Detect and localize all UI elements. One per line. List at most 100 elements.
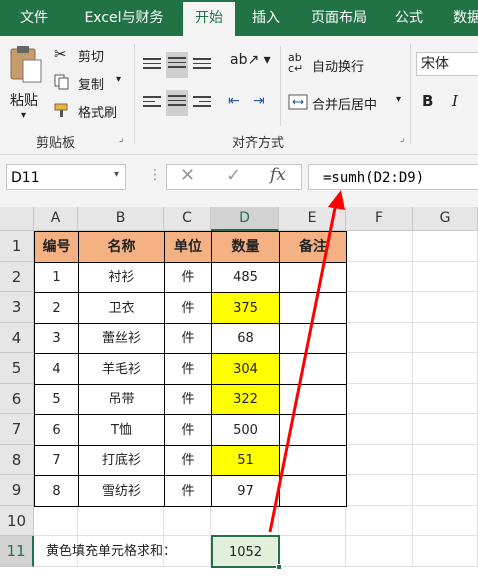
- table-header-cell[interactable]: 备注: [279, 231, 347, 263]
- grid-cell[interactable]: [413, 353, 478, 384]
- orientation-icon[interactable]: ab↗ ▾: [230, 52, 271, 68]
- table-cell[interactable]: 件: [164, 384, 212, 415]
- grid-cell[interactable]: [413, 292, 478, 323]
- table-cell[interactable]: [279, 353, 347, 385]
- table-cell[interactable]: 件: [164, 475, 212, 507]
- table-cell[interactable]: 6: [34, 414, 79, 446]
- table-cell[interactable]: 375: [211, 292, 280, 324]
- align-right-icon[interactable]: [193, 96, 211, 110]
- clipboard-launcher-icon[interactable]: ⌟: [119, 133, 124, 144]
- grid-cell[interactable]: [279, 506, 346, 536]
- table-cell[interactable]: 吊带: [78, 384, 165, 415]
- table-cell[interactable]: 485: [211, 262, 280, 293]
- alignment-launcher-icon[interactable]: ⌟: [400, 133, 405, 144]
- merge-dropdown-icon[interactable]: ▾: [396, 94, 401, 105]
- grid-cell[interactable]: [346, 292, 413, 323]
- tab-data[interactable]: 数据: [444, 0, 478, 36]
- table-cell[interactable]: 51: [211, 445, 280, 476]
- grid-cell[interactable]: [413, 231, 478, 262]
- select-all-corner[interactable]: [0, 207, 34, 231]
- table-cell[interactable]: 卫衣: [78, 292, 165, 324]
- insert-function-icon[interactable]: fx: [270, 165, 286, 185]
- table-cell[interactable]: 雪纺衫: [78, 475, 165, 507]
- tab-insert[interactable]: 插入: [243, 0, 289, 36]
- row-header-8[interactable]: 8: [0, 445, 34, 475]
- grid-cell[interactable]: [413, 506, 478, 536]
- row-header-6[interactable]: 6: [0, 384, 34, 414]
- column-header-d[interactable]: D: [211, 207, 279, 231]
- grid-cell[interactable]: [164, 506, 211, 536]
- table-cell[interactable]: [279, 475, 347, 507]
- tab-formulas[interactable]: 公式: [386, 0, 432, 36]
- bold-button[interactable]: B: [422, 92, 433, 110]
- paste-button[interactable]: 粘贴 ▾: [6, 44, 46, 124]
- name-box[interactable]: D11: [6, 164, 126, 190]
- align-top-icon[interactable]: [143, 58, 161, 72]
- grid-cell[interactable]: [211, 506, 279, 536]
- sum-result-cell[interactable]: 1052: [211, 535, 280, 568]
- table-cell[interactable]: 304: [211, 353, 280, 385]
- table-header-cell[interactable]: 数量: [211, 231, 280, 263]
- enter-icon[interactable]: ✓: [226, 165, 241, 186]
- grid-cell[interactable]: [346, 262, 413, 292]
- row-header-1[interactable]: 1: [0, 231, 34, 262]
- table-cell[interactable]: [279, 323, 347, 354]
- table-cell[interactable]: 322: [211, 384, 280, 415]
- row-header-3[interactable]: 3: [0, 292, 34, 323]
- fill-handle[interactable]: [276, 564, 282, 570]
- column-header-f[interactable]: F: [346, 207, 413, 231]
- grid-cell[interactable]: [413, 323, 478, 353]
- cut-button[interactable]: ✂ 剪切: [54, 44, 114, 66]
- table-header-cell[interactable]: 名称: [78, 231, 165, 263]
- grid-cell[interactable]: [346, 506, 413, 536]
- grid-cell[interactable]: [346, 353, 413, 384]
- decrease-indent-icon[interactable]: ⇤: [228, 93, 240, 109]
- merge-center-button[interactable]: 合并后居中 ▾: [288, 92, 413, 114]
- cancel-icon[interactable]: ✕: [180, 165, 195, 186]
- wrap-text-button[interactable]: ab c↵ 自动换行: [288, 52, 388, 76]
- tab-file[interactable]: 文件: [6, 0, 62, 36]
- table-cell[interactable]: T恤: [78, 414, 165, 446]
- grid-cell[interactable]: [346, 445, 413, 475]
- grid-cell[interactable]: [413, 414, 478, 445]
- column-header-e[interactable]: E: [279, 207, 346, 231]
- italic-button[interactable]: I: [452, 92, 458, 110]
- table-cell[interactable]: 7: [34, 445, 79, 476]
- grid-cell[interactable]: [346, 231, 413, 262]
- table-cell[interactable]: 件: [164, 262, 212, 293]
- align-bottom-icon[interactable]: [193, 58, 211, 72]
- row-header-2[interactable]: 2: [0, 262, 34, 292]
- table-cell[interactable]: 8: [34, 475, 79, 507]
- name-box-dropdown-icon[interactable]: ▾: [114, 169, 119, 180]
- column-header-g[interactable]: G: [413, 207, 478, 231]
- table-cell[interactable]: 68: [211, 323, 280, 354]
- table-cell[interactable]: 件: [164, 323, 212, 354]
- table-header-cell[interactable]: 编号: [34, 231, 79, 263]
- table-cell[interactable]: 2: [34, 292, 79, 324]
- row-header-5[interactable]: 5: [0, 353, 34, 384]
- grid-cell[interactable]: [413, 445, 478, 475]
- row-header-4[interactable]: 4: [0, 323, 34, 353]
- grid-cell[interactable]: [279, 536, 346, 567]
- table-cell[interactable]: 5: [34, 384, 79, 415]
- grid-cell[interactable]: [413, 384, 478, 414]
- table-cell[interactable]: [279, 414, 347, 446]
- table-cell[interactable]: [279, 384, 347, 415]
- table-cell[interactable]: 97: [211, 475, 280, 507]
- paste-dropdown-icon[interactable]: ▾: [21, 110, 26, 121]
- tab-page-layout[interactable]: 页面布局: [300, 0, 378, 36]
- row-header-11[interactable]: 11: [0, 536, 34, 567]
- grid-cell[interactable]: [346, 323, 413, 353]
- table-cell[interactable]: [279, 262, 347, 293]
- table-cell[interactable]: 件: [164, 445, 212, 476]
- copy-button[interactable]: 复制 ▾: [54, 72, 130, 94]
- column-header-c[interactable]: C: [164, 207, 211, 231]
- grid-cell[interactable]: [413, 475, 478, 506]
- table-cell[interactable]: 打底衫: [78, 445, 165, 476]
- table-cell[interactable]: 1: [34, 262, 79, 293]
- table-cell[interactable]: [279, 445, 347, 476]
- align-center-icon[interactable]: [166, 90, 188, 116]
- copy-dropdown-icon[interactable]: ▾: [116, 74, 121, 85]
- tab-home[interactable]: 开始: [183, 2, 235, 36]
- table-header-cell[interactable]: 单位: [164, 231, 212, 263]
